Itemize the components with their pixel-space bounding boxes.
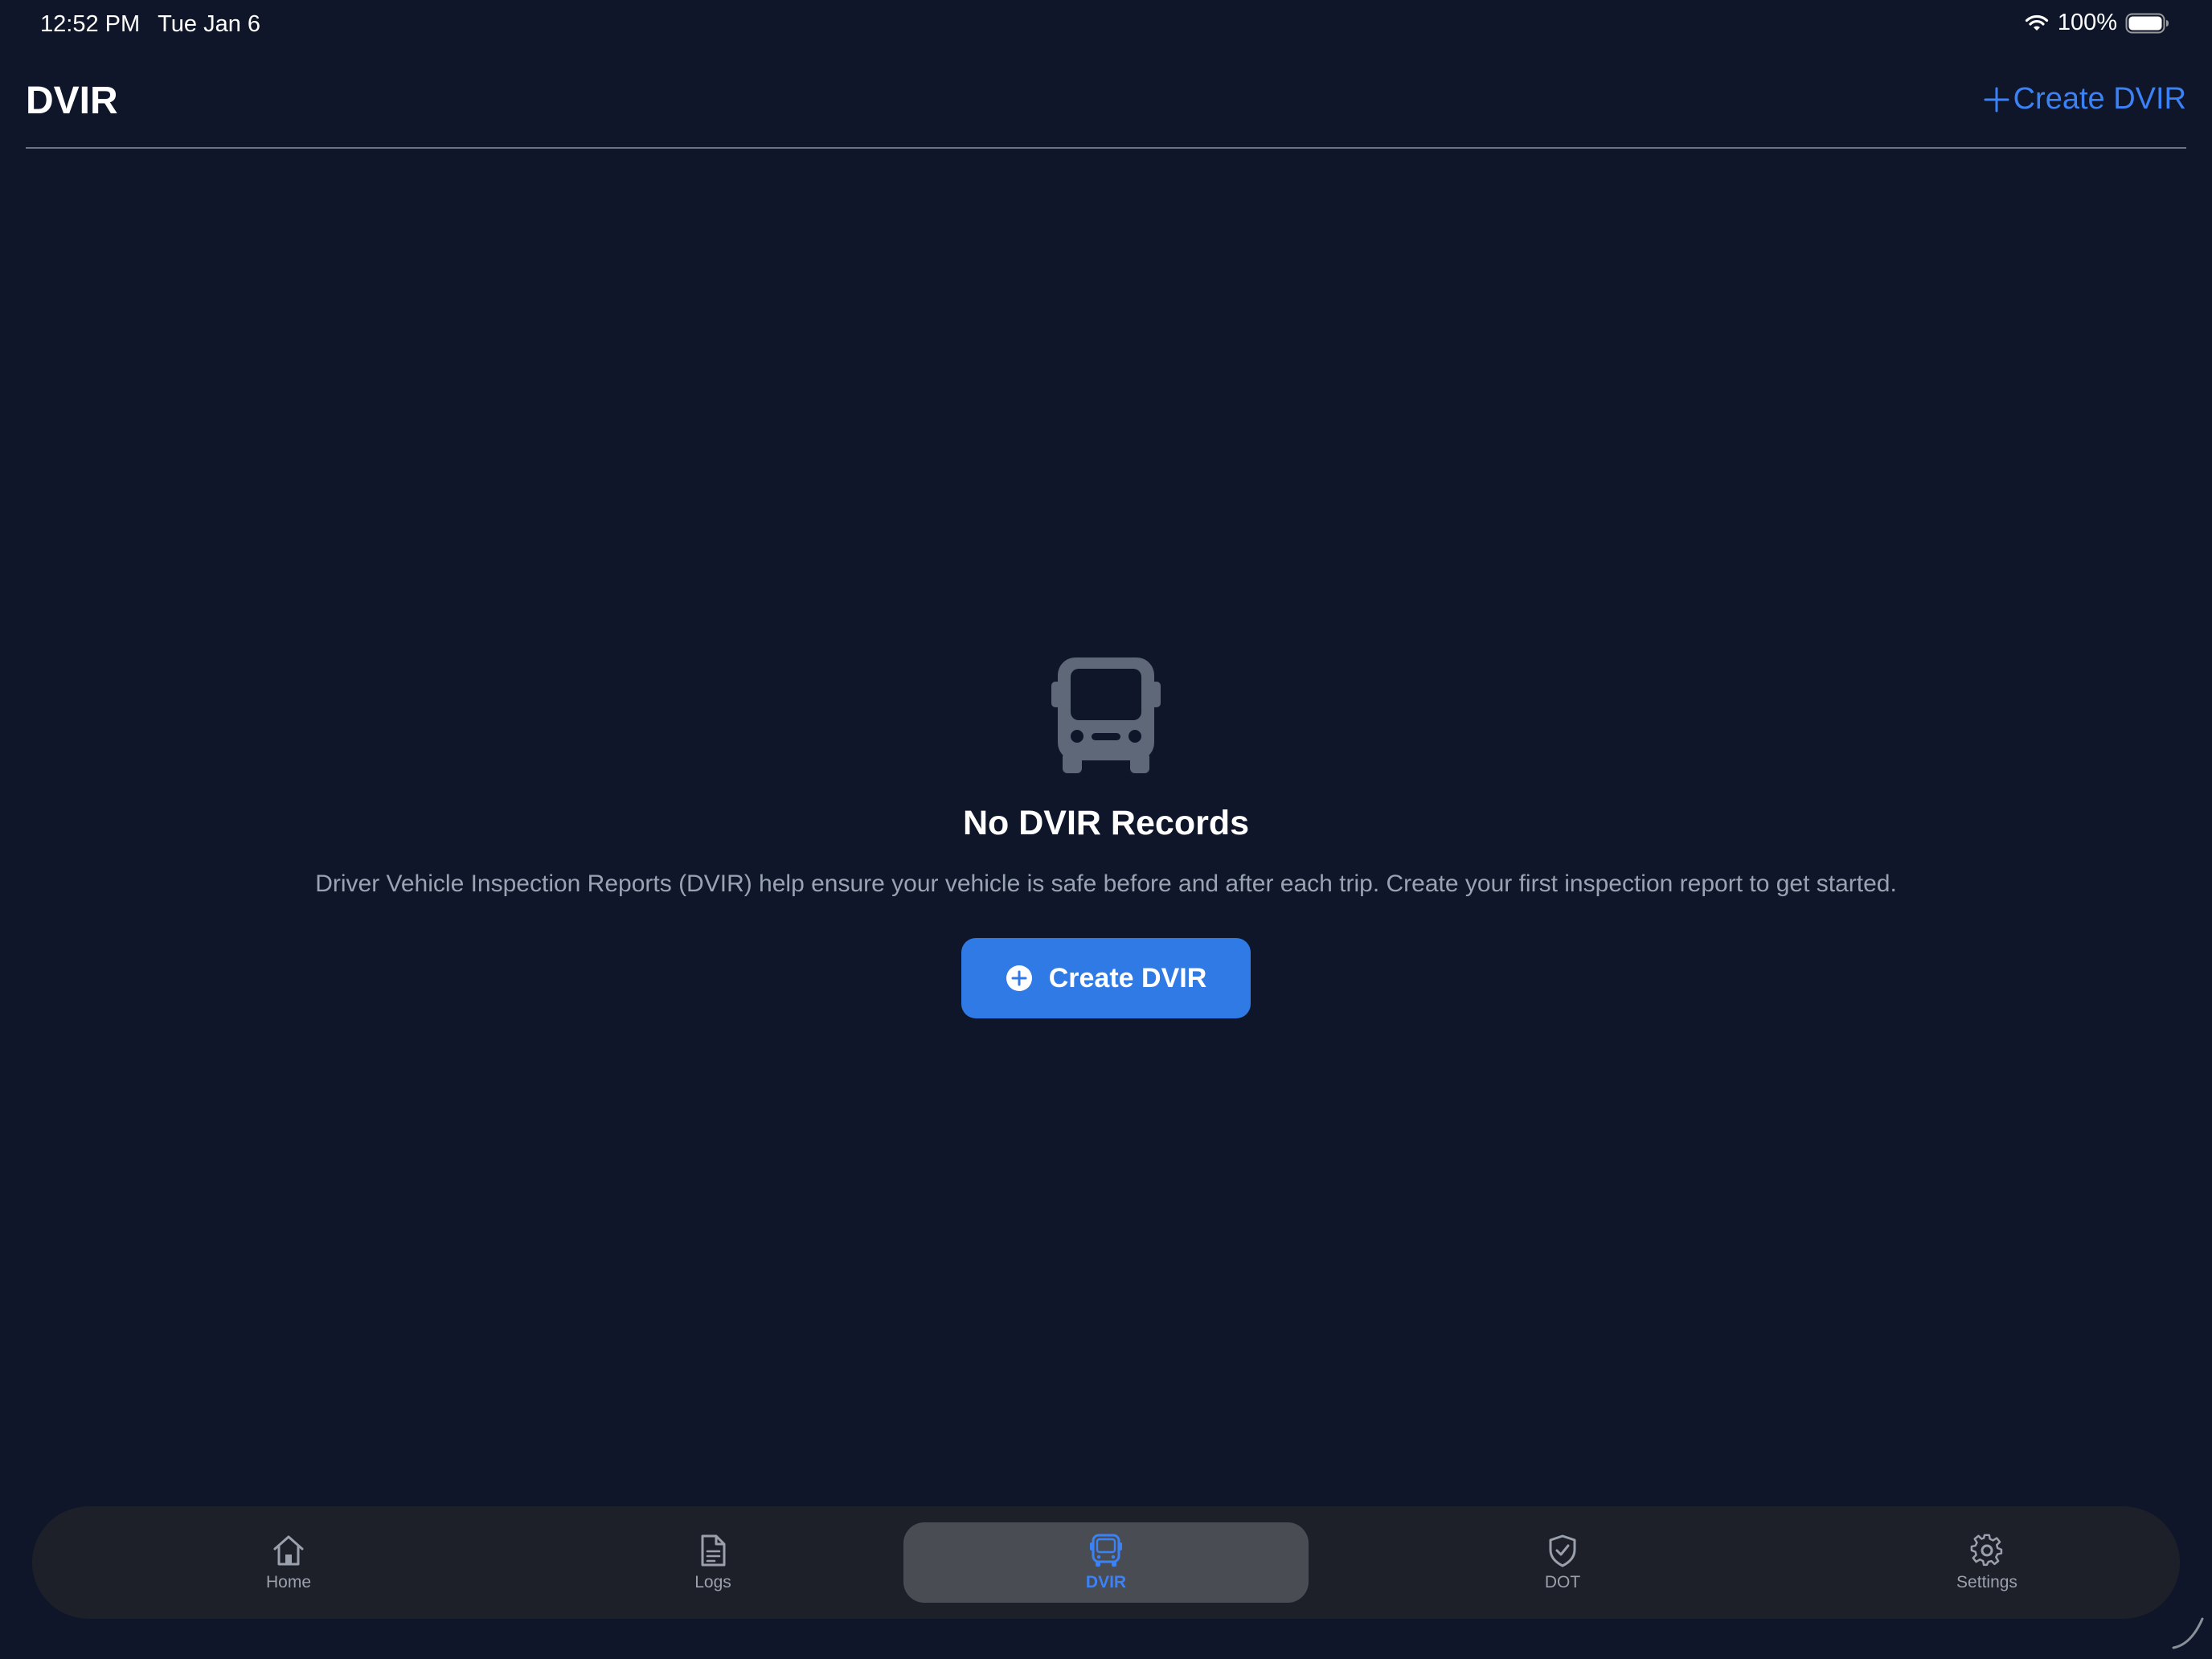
tab-dvir-label: DVIR [1085,1573,1127,1591]
plus-icon [1984,87,2009,112]
header-create-dvir-button[interactable]: Create DVIR [1983,82,2186,117]
dvir-screen: 12:52 PM Tue Jan 6 100% DVIR Create DVIR [0,0,2212,1659]
create-dvir-button[interactable]: Create DVIR [961,938,1251,1018]
navigation-header: DVIR Create DVIR [26,53,2186,149]
tab-logs[interactable]: Logs [510,1522,916,1603]
document-icon [701,1534,726,1567]
battery-icon [2125,13,2169,33]
shield-check-icon [1549,1534,1576,1567]
tab-dvir[interactable]: DVIR [903,1522,1309,1603]
battery-percent: 100% [2057,10,2117,35]
tab-settings[interactable]: Settings [1784,1522,2189,1603]
bus-icon [1090,1534,1122,1567]
status-time-date: 12:52 PM Tue Jan 6 [40,11,260,38]
tab-dot-label: DOT [1544,1573,1581,1591]
empty-state-title: No DVIR Records [962,804,1249,842]
empty-state-description: Driver Vehicle Inspection Reports (DVIR)… [315,870,1897,897]
status-bar: 12:52 PM Tue Jan 6 100% [0,0,2212,53]
create-dvir-button-label: Create DVIR [1048,962,1207,993]
plus-circle-icon [1006,965,1032,991]
gear-icon [1970,1534,2003,1567]
status-date: Tue Jan 6 [158,11,261,37]
status-indicators: 100% [2024,10,2170,36]
empty-state: No DVIR Records Driver Vehicle Inspectio… [0,657,2212,1018]
tab-dot[interactable]: DOT [1360,1522,1765,1603]
header-create-dvir-label: Create DVIR [2013,82,2186,116]
tab-bar: Home Logs DVIR DOT Settings [32,1506,2180,1619]
resize-handle-icon [2172,1617,2204,1649]
status-time: 12:52 PM [40,11,141,37]
bus-icon [1051,657,1161,773]
tab-home[interactable]: Home [86,1522,491,1603]
wifi-icon [2025,14,2048,31]
tab-logs-label: Logs [694,1573,731,1591]
tab-settings-label: Settings [1956,1573,2017,1591]
home-icon [273,1535,304,1566]
page-title: DVIR [26,80,118,122]
tab-home-label: Home [265,1573,312,1591]
